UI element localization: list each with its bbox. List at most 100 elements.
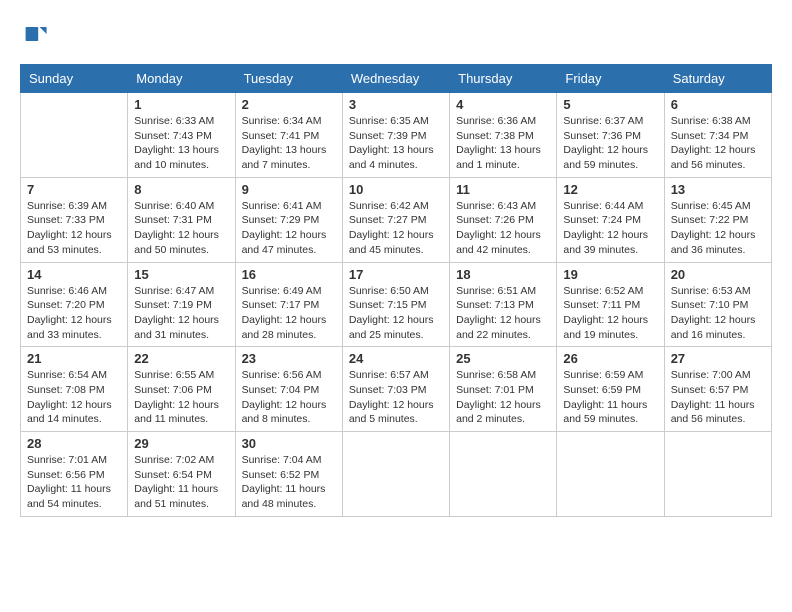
calendar-cell: 29Sunrise: 7:02 AMSunset: 6:54 PMDayligh… — [128, 432, 235, 517]
calendar-cell: 22 Sunrise: 6:55 AMSunset: 7:06 PMDayligh… — [128, 347, 235, 432]
week-row-4: 21 Sunrise: 6:54 AMSunset: 7:08 PMDayligh… — [21, 347, 772, 432]
day-info: Sunrise: 6:40 AMSunset: 7:31 PMDaylight:… — [134, 199, 228, 258]
day-info: Sunrise: 6:45 AMSunset: 7:22 PMDaylight:… — [671, 199, 765, 258]
header-row: SundayMondayTuesdayWednesdayThursdayFrid… — [21, 65, 772, 93]
col-header-sunday: Sunday — [21, 65, 128, 93]
day-info: Sunrise: 6:36 AMSunset: 7:38 PMDaylight:… — [456, 114, 550, 173]
day-info: Sunrise: 6:58 AMSunset: 7:01 PMDaylight:… — [456, 368, 550, 427]
day-info: Sunrise: 6:35 AMSunset: 7:39 PMDaylight:… — [349, 114, 443, 173]
day-number: 23 — [242, 351, 336, 366]
calendar-cell — [21, 93, 128, 178]
day-info: Sunrise: 6:49 AMSunset: 7:17 PMDaylight:… — [242, 284, 336, 343]
calendar-cell: 18 Sunrise: 6:51 AMSunset: 7:13 PMDayligh… — [450, 262, 557, 347]
week-row-5: 28 Sunrise: 7:01 AMSunset: 6:56 PMDayligh… — [21, 432, 772, 517]
day-number: 14 — [27, 267, 121, 282]
calendar-cell: 19 Sunrise: 6:52 AMSunset: 7:11 PMDayligh… — [557, 262, 664, 347]
day-info: Sunrise: 6:38 AMSunset: 7:34 PMDaylight:… — [671, 114, 765, 173]
col-header-saturday: Saturday — [664, 65, 771, 93]
day-info: Sunrise: 6:37 AMSunset: 7:36 PMDaylight:… — [563, 114, 657, 173]
day-number: 30 — [242, 436, 336, 451]
day-number: 20 — [671, 267, 765, 282]
calendar-cell: 5 Sunrise: 6:37 AMSunset: 7:36 PMDaylight… — [557, 93, 664, 178]
day-number: 15 — [134, 267, 228, 282]
week-row-2: 7 Sunrise: 6:39 AMSunset: 7:33 PMDaylight… — [21, 177, 772, 262]
calendar-cell: 23Sunrise: 6:56 AMSunset: 7:04 PMDayligh… — [235, 347, 342, 432]
calendar-cell: 25 Sunrise: 6:58 AMSunset: 7:01 PMDayligh… — [450, 347, 557, 432]
calendar-cell: 21 Sunrise: 6:54 AMSunset: 7:08 PMDayligh… — [21, 347, 128, 432]
calendar-cell — [342, 432, 449, 517]
day-info: Sunrise: 6:39 AMSunset: 7:33 PMDaylight:… — [27, 199, 121, 258]
week-row-3: 14 Sunrise: 6:46 AMSunset: 7:20 PMDayligh… — [21, 262, 772, 347]
day-number: 10 — [349, 182, 443, 197]
calendar-cell: 6 Sunrise: 6:38 AMSunset: 7:34 PMDaylight… — [664, 93, 771, 178]
day-number: 16 — [242, 267, 336, 282]
calendar-cell: 3 Sunrise: 6:35 AMSunset: 7:39 PMDaylight… — [342, 93, 449, 178]
day-number: 8 — [134, 182, 228, 197]
day-info: Sunrise: 6:47 AMSunset: 7:19 PMDaylight:… — [134, 284, 228, 343]
calendar-cell: 28 Sunrise: 7:01 AMSunset: 6:56 PMDayligh… — [21, 432, 128, 517]
day-number: 18 — [456, 267, 550, 282]
day-number: 25 — [456, 351, 550, 366]
day-info: Sunrise: 7:02 AMSunset: 6:54 PMDaylight:… — [134, 453, 228, 512]
calendar-cell: 30 Sunrise: 7:04 AMSunset: 6:52 PMDayligh… — [235, 432, 342, 517]
calendar-cell: 20Sunrise: 6:53 AMSunset: 7:10 PMDayligh… — [664, 262, 771, 347]
day-number: 3 — [349, 97, 443, 112]
day-number: 19 — [563, 267, 657, 282]
calendar-cell: 16 Sunrise: 6:49 AMSunset: 7:17 PMDayligh… — [235, 262, 342, 347]
calendar-cell: 14 Sunrise: 6:46 AMSunset: 7:20 PMDayligh… — [21, 262, 128, 347]
day-number: 26 — [563, 351, 657, 366]
day-number: 24 — [349, 351, 443, 366]
calendar-table: SundayMondayTuesdayWednesdayThursdayFrid… — [20, 64, 772, 517]
col-header-thursday: Thursday — [450, 65, 557, 93]
day-number: 5 — [563, 97, 657, 112]
day-info: Sunrise: 6:51 AMSunset: 7:13 PMDaylight:… — [456, 284, 550, 343]
week-row-1: 1 Sunrise: 6:33 AMSunset: 7:43 PMDaylight… — [21, 93, 772, 178]
day-number: 17 — [349, 267, 443, 282]
calendar-cell — [557, 432, 664, 517]
day-number: 1 — [134, 97, 228, 112]
day-info: Sunrise: 6:55 AMSunset: 7:06 PMDaylight:… — [134, 368, 228, 427]
logo — [20, 20, 52, 48]
day-number: 6 — [671, 97, 765, 112]
calendar-cell: 11Sunrise: 6:43 AMSunset: 7:26 PMDayligh… — [450, 177, 557, 262]
day-info: Sunrise: 6:54 AMSunset: 7:08 PMDaylight:… — [27, 368, 121, 427]
day-number: 13 — [671, 182, 765, 197]
calendar-cell: 10 Sunrise: 6:42 AMSunset: 7:27 PMDayligh… — [342, 177, 449, 262]
col-header-wednesday: Wednesday — [342, 65, 449, 93]
day-info: Sunrise: 6:33 AMSunset: 7:43 PMDaylight:… — [134, 114, 228, 173]
day-info: Sunrise: 6:34 AMSunset: 7:41 PMDaylight:… — [242, 114, 336, 173]
calendar-cell — [664, 432, 771, 517]
logo-icon — [20, 20, 48, 48]
day-info: Sunrise: 6:59 AMSunset: 6:59 PMDaylight:… — [563, 368, 657, 427]
calendar-cell: 4 Sunrise: 6:36 AMSunset: 7:38 PMDaylight… — [450, 93, 557, 178]
day-info: Sunrise: 6:50 AMSunset: 7:15 PMDaylight:… — [349, 284, 443, 343]
day-info: Sunrise: 7:01 AMSunset: 6:56 PMDaylight:… — [27, 453, 121, 512]
calendar-cell: 24Sunrise: 6:57 AMSunset: 7:03 PMDayligh… — [342, 347, 449, 432]
day-number: 2 — [242, 97, 336, 112]
calendar-cell: 9 Sunrise: 6:41 AMSunset: 7:29 PMDaylight… — [235, 177, 342, 262]
day-number: 27 — [671, 351, 765, 366]
calendar-cell: 2 Sunrise: 6:34 AMSunset: 7:41 PMDaylight… — [235, 93, 342, 178]
day-info: Sunrise: 7:04 AMSunset: 6:52 PMDaylight:… — [242, 453, 336, 512]
calendar-cell: 27 Sunrise: 7:00 AMSunset: 6:57 PMDayligh… — [664, 347, 771, 432]
day-number: 4 — [456, 97, 550, 112]
day-info: Sunrise: 7:00 AMSunset: 6:57 PMDaylight:… — [671, 368, 765, 427]
day-info: Sunrise: 6:41 AMSunset: 7:29 PMDaylight:… — [242, 199, 336, 258]
col-header-monday: Monday — [128, 65, 235, 93]
day-number: 12 — [563, 182, 657, 197]
day-number: 28 — [27, 436, 121, 451]
calendar-cell: 17 Sunrise: 6:50 AMSunset: 7:15 PMDayligh… — [342, 262, 449, 347]
day-number: 22 — [134, 351, 228, 366]
col-header-tuesday: Tuesday — [235, 65, 342, 93]
day-info: Sunrise: 6:42 AMSunset: 7:27 PMDaylight:… — [349, 199, 443, 258]
calendar-cell: 8 Sunrise: 6:40 AMSunset: 7:31 PMDaylight… — [128, 177, 235, 262]
day-number: 9 — [242, 182, 336, 197]
day-number: 21 — [27, 351, 121, 366]
day-info: Sunrise: 6:52 AMSunset: 7:11 PMDaylight:… — [563, 284, 657, 343]
calendar-cell: 15 Sunrise: 6:47 AMSunset: 7:19 PMDayligh… — [128, 262, 235, 347]
col-header-friday: Friday — [557, 65, 664, 93]
calendar-cell: 12Sunrise: 6:44 AMSunset: 7:24 PMDayligh… — [557, 177, 664, 262]
day-number: 7 — [27, 182, 121, 197]
day-info: Sunrise: 6:46 AMSunset: 7:20 PMDaylight:… — [27, 284, 121, 343]
day-number: 11 — [456, 182, 550, 197]
